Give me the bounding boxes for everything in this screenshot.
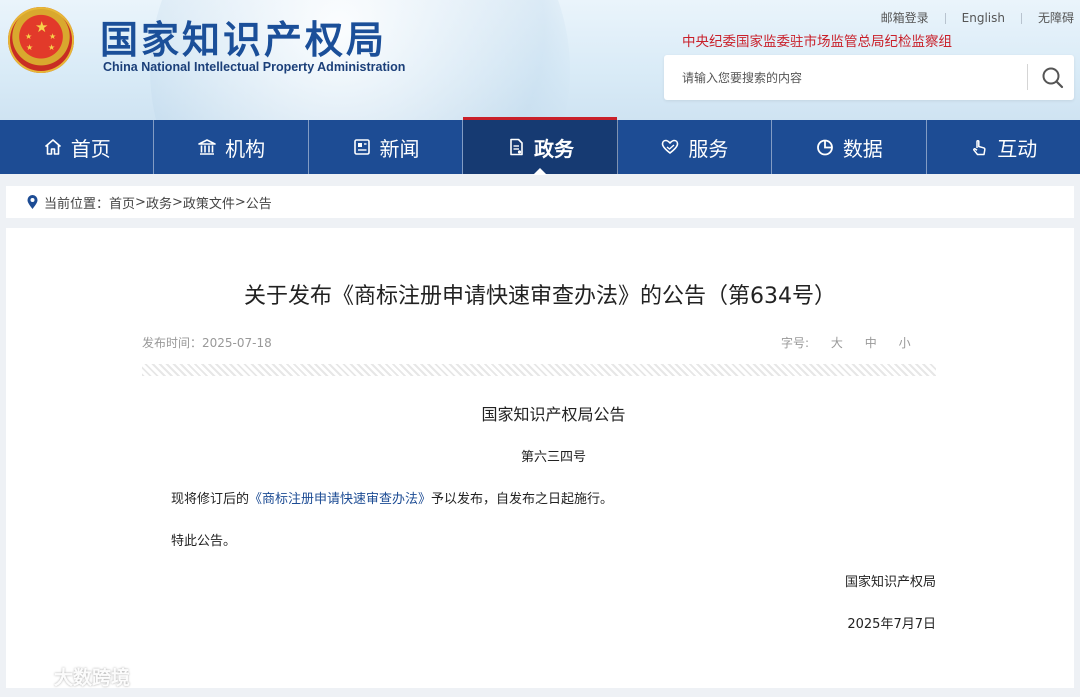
publish-info: 发布时间：2025-07-18	[142, 334, 272, 351]
watermark-text: 大数跨境	[54, 667, 131, 689]
nav-item-label: 政务	[533, 136, 574, 161]
breadcrumb-announcements[interactable]: 公告	[246, 193, 272, 212]
font-size-switcher: 字号: 大 中 小	[781, 334, 911, 351]
nav-item-services[interactable]: 服务	[618, 120, 773, 174]
article-container: 关于发布《商标注册申请快速审查办法》的公告（第634号） 发布时间：2025-0…	[6, 228, 1074, 688]
national-emblem-icon: ★ ★ ★ ★ ★	[8, 7, 74, 73]
breadcrumb-prefix: 当前位置：	[44, 196, 110, 212]
divider	[944, 13, 946, 24]
nav-item-label: 机构	[225, 136, 266, 161]
publish-date: 2025-07-18	[202, 336, 272, 350]
watermark: 大数跨境	[8, 663, 130, 690]
hand-pointer-icon	[973, 140, 986, 156]
body-suffix: 予以发布，自发布之日起施行。	[431, 492, 614, 507]
top-links: 邮箱登录 English 无障碍	[881, 9, 1074, 26]
search-button[interactable]	[1032, 55, 1074, 100]
publish-label: 发布时间：	[142, 336, 203, 350]
building-icon	[198, 139, 216, 155]
document-number: 第六三四号	[520, 450, 586, 465]
breadcrumb-government-affairs[interactable]: 政务	[146, 193, 172, 212]
divider-stripe	[142, 364, 936, 376]
nav-item-government-affairs[interactable]: 政务	[463, 117, 618, 175]
watermark-logo-icon	[9, 669, 47, 684]
english-link[interactable]: English	[962, 11, 1005, 25]
nav-item-data[interactable]: 数据	[772, 120, 927, 174]
font-size-small-button[interactable]: 小	[899, 336, 911, 350]
home-icon	[44, 139, 61, 155]
regulation-link[interactable]: 《商标注册申请快速审查办法》	[249, 492, 431, 507]
search-icon	[1042, 67, 1064, 89]
breadcrumb-separator: >	[234, 194, 246, 210]
mail-login-link[interactable]: 邮箱登录	[881, 11, 929, 25]
pie-chart-icon	[816, 139, 833, 156]
document-heading: 国家知识产权局公告	[481, 405, 626, 424]
font-size-large-button[interactable]: 大	[831, 336, 843, 350]
newspaper-icon	[353, 139, 370, 155]
font-size-medium-button[interactable]: 中	[865, 336, 877, 350]
nav-item-label: 互动	[997, 136, 1038, 161]
logo-title[interactable]: 国家知识产权局	[100, 9, 387, 64]
closing-paragraph: 特此公告。	[171, 534, 237, 549]
nav-item-organization[interactable]: 机构	[154, 120, 309, 174]
nav-item-label: 首页	[70, 136, 111, 161]
breadcrumb-separator: >	[171, 194, 183, 210]
body-prefix: 现将修订后的	[171, 492, 250, 507]
breadcrumb-home[interactable]: 首页	[109, 193, 135, 212]
heart-hand-icon	[662, 139, 679, 155]
main-nav: 首页 机构 新闻 政务 服务 数据 互动	[0, 117, 1080, 175]
search-input[interactable]	[664, 55, 1024, 100]
location-pin-icon	[27, 195, 38, 209]
accessibility-link[interactable]: 无障碍	[1038, 11, 1074, 25]
body-paragraph: 现将修订后的《商标注册申请快速审查办法》予以发布，自发布之日起施行。	[171, 488, 613, 507]
breadcrumb-policy-documents[interactable]: 政策文件	[183, 193, 235, 212]
sign-date: 2025年7月7日	[847, 617, 936, 632]
article-title: 关于发布《商标注册申请快速审查办法》的公告（第634号）	[244, 284, 836, 309]
nav-item-label: 数据	[842, 136, 883, 161]
divider	[1020, 13, 1022, 24]
nav-item-interaction[interactable]: 互动	[927, 120, 1080, 174]
site-header: ★ ★ ★ ★ ★ 国家知识产权局 China National Intelle…	[0, 0, 1080, 120]
breadcrumb: 当前位置： 首页 > 政务 > 政策文件 > 公告	[6, 186, 1074, 218]
nav-item-label: 服务	[688, 136, 729, 161]
logo-subtitle[interactable]: China National Intellectual Property Adm…	[103, 60, 405, 74]
nav-item-home[interactable]: 首页	[0, 120, 155, 174]
breadcrumb-separator: >	[135, 194, 146, 210]
discipline-inspection-link[interactable]: 中央纪委国家监委驻市场监管总局纪检监察组	[682, 30, 952, 50]
nav-item-label: 新闻	[379, 136, 420, 161]
document-icon	[510, 138, 523, 156]
search-divider	[1027, 64, 1028, 90]
nav-item-news[interactable]: 新闻	[309, 120, 464, 174]
search-box	[664, 55, 1074, 100]
font-size-label: 字号:	[781, 336, 810, 350]
signatory: 国家知识产权局	[844, 575, 936, 590]
